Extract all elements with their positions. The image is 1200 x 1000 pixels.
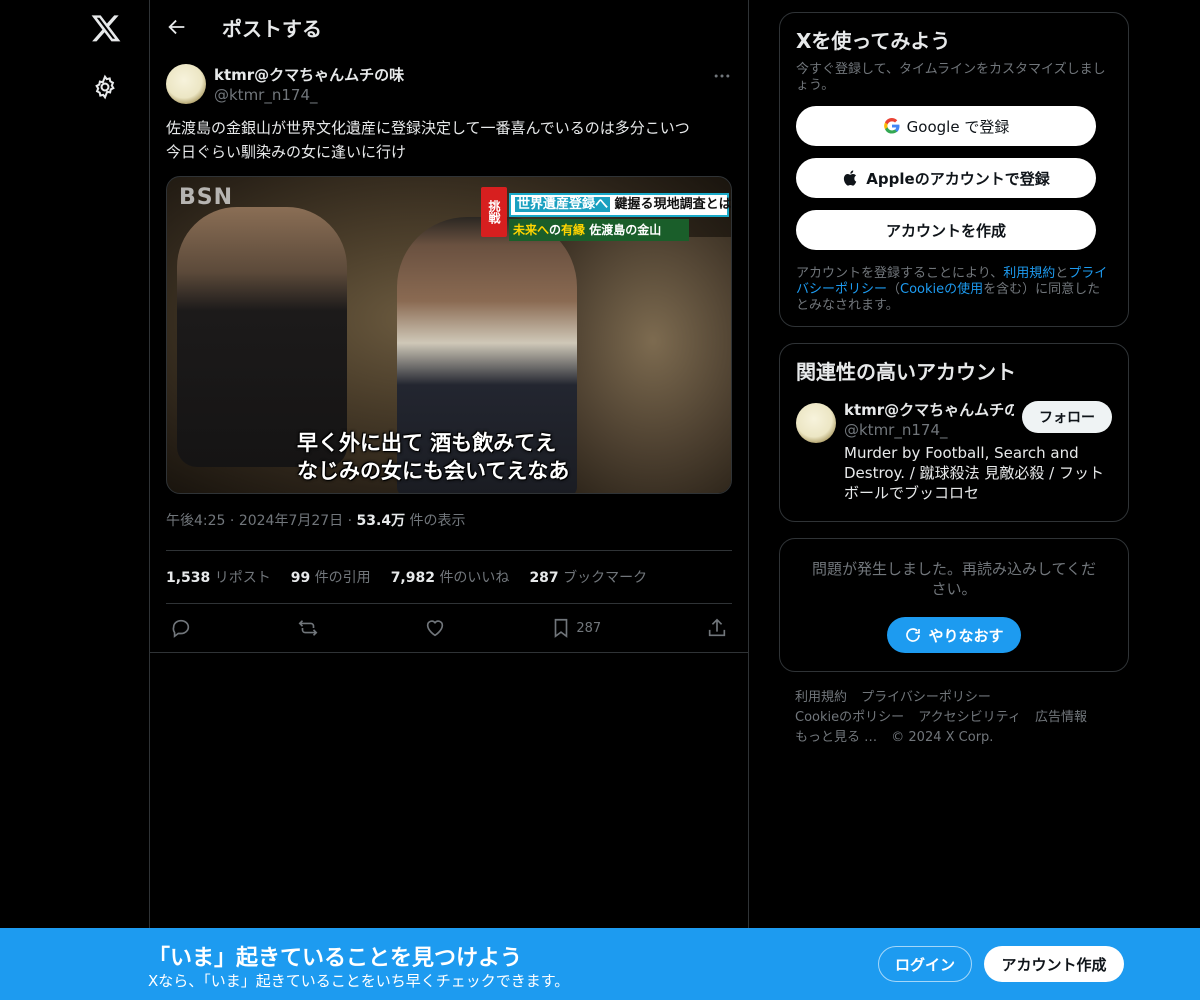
settings-gear-icon[interactable]: [92, 74, 118, 100]
bottom-create-account-button[interactable]: アカウント作成: [984, 946, 1124, 982]
reply-icon: [172, 619, 190, 638]
post-media-image[interactable]: BSN 挑戦 世界遺産登録へ 鍵握る現地調査とは 未来への有縁 佐渡島の金山 早…: [166, 176, 732, 494]
related-accounts-card: 関連性の高いアカウント ktmr@クマちゃんムチの味 @ktmr_n174_ M…: [779, 343, 1129, 522]
related-account-handle: @ktmr_n174_: [844, 421, 948, 439]
error-message: 問題が発生しました。再読み込みしてください。: [811, 560, 1097, 598]
repost-button[interactable]: [297, 617, 319, 639]
repost-icon: [298, 620, 318, 636]
reply-button[interactable]: [170, 617, 192, 639]
post-author: ktmr@クマちゃんムチの味 @ktmr_n174_: [166, 54, 732, 112]
page-title: ポストする: [222, 17, 322, 41]
like-button[interactable]: [424, 617, 446, 639]
app-root: ポストする ktmr@クマちゃんムチの味 @ktmr_n174_ 佐渡島の金銀山…: [0, 0, 1200, 1000]
meta-dot: ·: [229, 513, 235, 529]
heart-icon: [426, 620, 443, 637]
media-banner-text-2: 現地調査: [653, 197, 706, 212]
post-stats: 1,538 リポスト 99 件の引用 7,982 件のいいね 287 ブックマー…: [166, 551, 732, 603]
signup-legal-text: アカウントを登録することにより、利用規約とプライバシーポリシー（Cookieの使…: [796, 266, 1108, 313]
media-banner-tag: 挑戦: [481, 187, 507, 237]
main-header: ポストする: [150, 0, 748, 54]
footer-terms-link[interactable]: 利用規約: [795, 690, 847, 705]
media-banner-yellow: 未来へ: [513, 223, 550, 237]
signup-subtitle: 今すぐ登録して、タイムラインをカスタマイズしましょう。: [796, 62, 1106, 93]
login-button[interactable]: ログイン: [878, 946, 972, 982]
apple-signup-label: Appleのアカウントで登録: [866, 169, 1050, 188]
media-banner-text: 鍵握る: [614, 197, 654, 212]
footer-cookie-link[interactable]: Cookieのポリシー: [795, 710, 904, 725]
media-broadcaster-logo: BSN: [179, 185, 234, 210]
signup-title: Xを使ってみよう: [796, 29, 951, 53]
related-title: 関連性の高いアカウント: [796, 360, 1016, 384]
footer-links: 利用規約 プライバシーポリシー Cookieのポリシー アクセシビリティ 広告情…: [779, 688, 1129, 748]
media-subtitle-2: なじみの女にも会いてえなあ: [297, 459, 570, 483]
media-banner-line-1: 世界遺産登録へ 鍵握る現地調査とは: [509, 193, 732, 217]
author-name[interactable]: ktmr@クマちゃんムチの味: [214, 64, 404, 85]
refresh-icon: [906, 628, 921, 642]
quotes-stat[interactable]: 99 件の引用: [291, 567, 371, 587]
media-banner-small: の: [549, 223, 562, 237]
views-count: 53.4万: [356, 513, 406, 529]
bottom-signup-bar: 「いま」起きていることを見つけよう Xなら、「いま」起きていることをいち早くチェ…: [0, 928, 1200, 1000]
google-icon: [883, 117, 900, 134]
avatar[interactable]: [166, 64, 206, 104]
terms-link[interactable]: 利用規約: [1003, 266, 1055, 281]
share-button[interactable]: [706, 617, 728, 639]
left-nav: [60, 0, 150, 1000]
more-options-icon[interactable]: [712, 66, 732, 86]
bookmark-button[interactable]: 287: [550, 617, 601, 639]
bookmark-count: 287: [576, 620, 602, 636]
google-signup-label: Google で登録: [906, 117, 1010, 136]
create-account-button[interactable]: アカウントを作成: [796, 210, 1096, 250]
media-banner-yellow-2: 有縁: [561, 223, 586, 237]
post-time[interactable]: 午後4:25: [166, 513, 225, 529]
right-sidebar: Xを使ってみよう 今すぐ登録して、タイムラインをカスタマイズしましょう。 Goo…: [779, 12, 1129, 748]
follow-button[interactable]: フォロー: [1022, 401, 1112, 433]
back-arrow-icon[interactable]: [166, 16, 188, 38]
media-banner-text-3: とは: [705, 197, 732, 212]
likes-stat[interactable]: 7,982 件のいいね: [391, 567, 510, 587]
related-account-name[interactable]: ktmr@クマちゃんムチの味: [844, 399, 1014, 420]
footer-accessibility-link[interactable]: アクセシビリティ: [918, 710, 1021, 725]
apple-signup-button[interactable]: Appleのアカウントで登録: [796, 158, 1096, 198]
post-text: 佐渡島の金銀山が世界文化遺産に登録決定して一番喜んでいるのは多分こいつ 今日ぐら…: [166, 119, 690, 161]
media-banner-location: 佐渡島の金山: [589, 223, 662, 237]
apple-icon: [844, 170, 857, 186]
post: ktmr@クマちゃんムチの味 @ktmr_n174_ 佐渡島の金銀山が世界文化遺…: [150, 54, 748, 652]
views-label: 件の表示: [409, 513, 466, 529]
main-column: ポストする ktmr@クマちゃんムチの味 @ktmr_n174_ 佐渡島の金銀山…: [149, 0, 749, 1000]
error-card: 問題が発生しました。再読み込みしてください。 やりなおす: [779, 538, 1129, 672]
related-account-bio: Murder by Football, Search and Destroy. …: [844, 444, 1104, 502]
reposts-stat[interactable]: 1,538 リポスト: [166, 567, 271, 587]
avatar[interactable]: [796, 403, 836, 443]
footer-more-link[interactable]: もっと見る …: [795, 730, 877, 745]
bottom-bar-headline: 「いま」起きていることを見つけよう: [148, 946, 523, 971]
signup-card: Xを使ってみよう 今すぐ登録して、タイムラインをカスタマイズしましょう。 Goo…: [779, 12, 1129, 327]
divider: [150, 652, 748, 653]
footer-ads-link[interactable]: 広告情報: [1035, 710, 1087, 725]
meta-dot-2: ·: [347, 513, 353, 529]
footer-copyright: © 2024 X Corp.: [891, 730, 994, 745]
related-account[interactable]: ktmr@クマちゃんムチの味 @ktmr_n174_ Murder by Foo…: [796, 397, 1112, 509]
media-subtitle-1: 早く外に出て 酒も飲みてえ: [297, 431, 557, 455]
x-logo-icon[interactable]: [90, 12, 122, 44]
google-signup-button[interactable]: Google で登録: [796, 106, 1096, 146]
retry-label: やりなおす: [928, 626, 1004, 645]
cookie-link[interactable]: Cookieの使用: [900, 282, 983, 297]
footer-privacy-link[interactable]: プライバシーポリシー: [861, 690, 991, 705]
post-actions: 287: [166, 604, 732, 652]
share-icon: [708, 618, 726, 637]
bottom-bar-subtext: Xなら、「いま」起きていることをいち早くチェックできます。: [148, 972, 570, 990]
post-meta: 午後4:25 · 2024年7月27日 · 53.4万 件の表示: [166, 510, 732, 550]
bookmarks-stat[interactable]: 287 ブックマーク: [529, 567, 647, 587]
retry-button[interactable]: やりなおす: [887, 617, 1021, 653]
author-handle[interactable]: @ktmr_n174_: [214, 86, 317, 104]
media-banner-line-2: 未来への有縁 佐渡島の金山: [509, 219, 689, 241]
post-date[interactable]: 2024年7月27日: [239, 513, 343, 529]
media-banner-highlight: 世界遺産登録へ: [515, 197, 611, 212]
bookmark-icon: [555, 618, 568, 638]
